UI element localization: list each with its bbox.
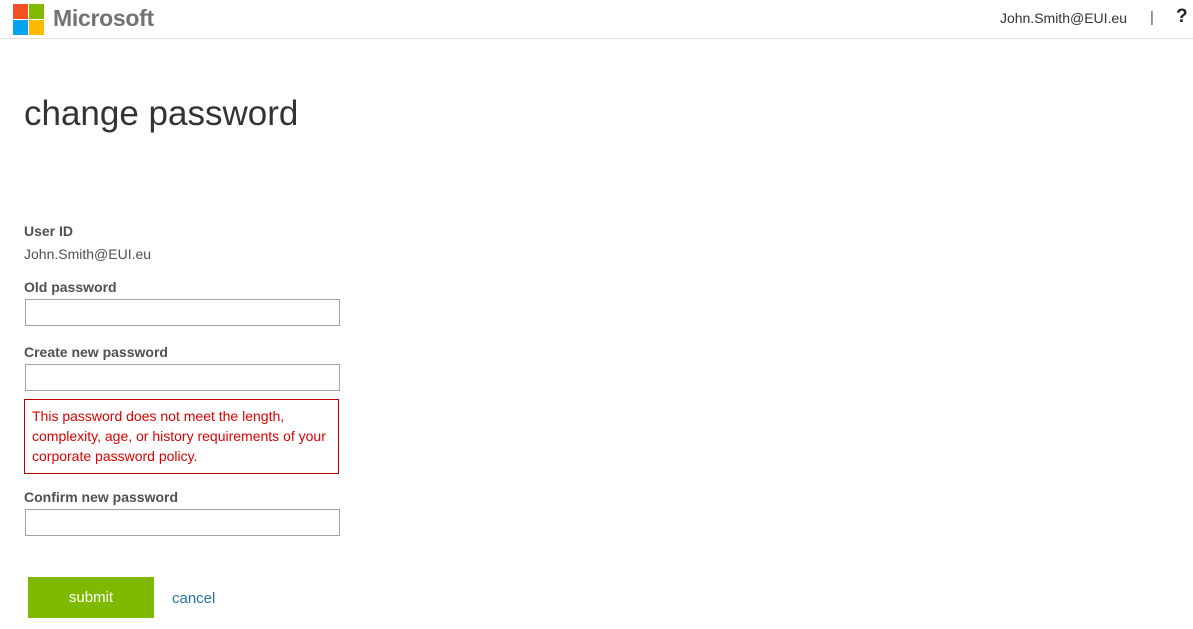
page-title: change password (24, 94, 299, 133)
confirm-password-field[interactable] (25, 509, 340, 536)
old-password-field[interactable] (25, 299, 340, 326)
header-separator: | (1150, 9, 1154, 26)
user-id-label: User ID (24, 223, 74, 239)
brand-name: Microsoft (53, 5, 154, 31)
help-icon[interactable]: ? (1176, 6, 1188, 28)
logo-green-square (29, 4, 44, 19)
user-id-value: John.Smith@EUI.eu (24, 246, 152, 262)
logo-blue-square (13, 20, 28, 35)
password-policy-error: This password does not meet the length, … (24, 399, 339, 474)
cancel-link[interactable]: cancel (172, 590, 215, 607)
new-password-field[interactable] (25, 364, 340, 391)
submit-button[interactable]: submit (28, 577, 154, 618)
old-password-label: Old password (24, 279, 117, 295)
logo-red-square (13, 4, 28, 19)
logo-yellow-square (29, 20, 44, 35)
signed-in-user-email[interactable]: John.Smith@EUI.eu (1000, 10, 1127, 26)
microsoft-logo-icon (13, 4, 44, 35)
confirm-password-label: Confirm new password (24, 489, 179, 505)
top-bar: Microsoft John.Smith@EUI.eu | ? (0, 0, 1193, 39)
new-password-label: Create new password (24, 344, 168, 360)
